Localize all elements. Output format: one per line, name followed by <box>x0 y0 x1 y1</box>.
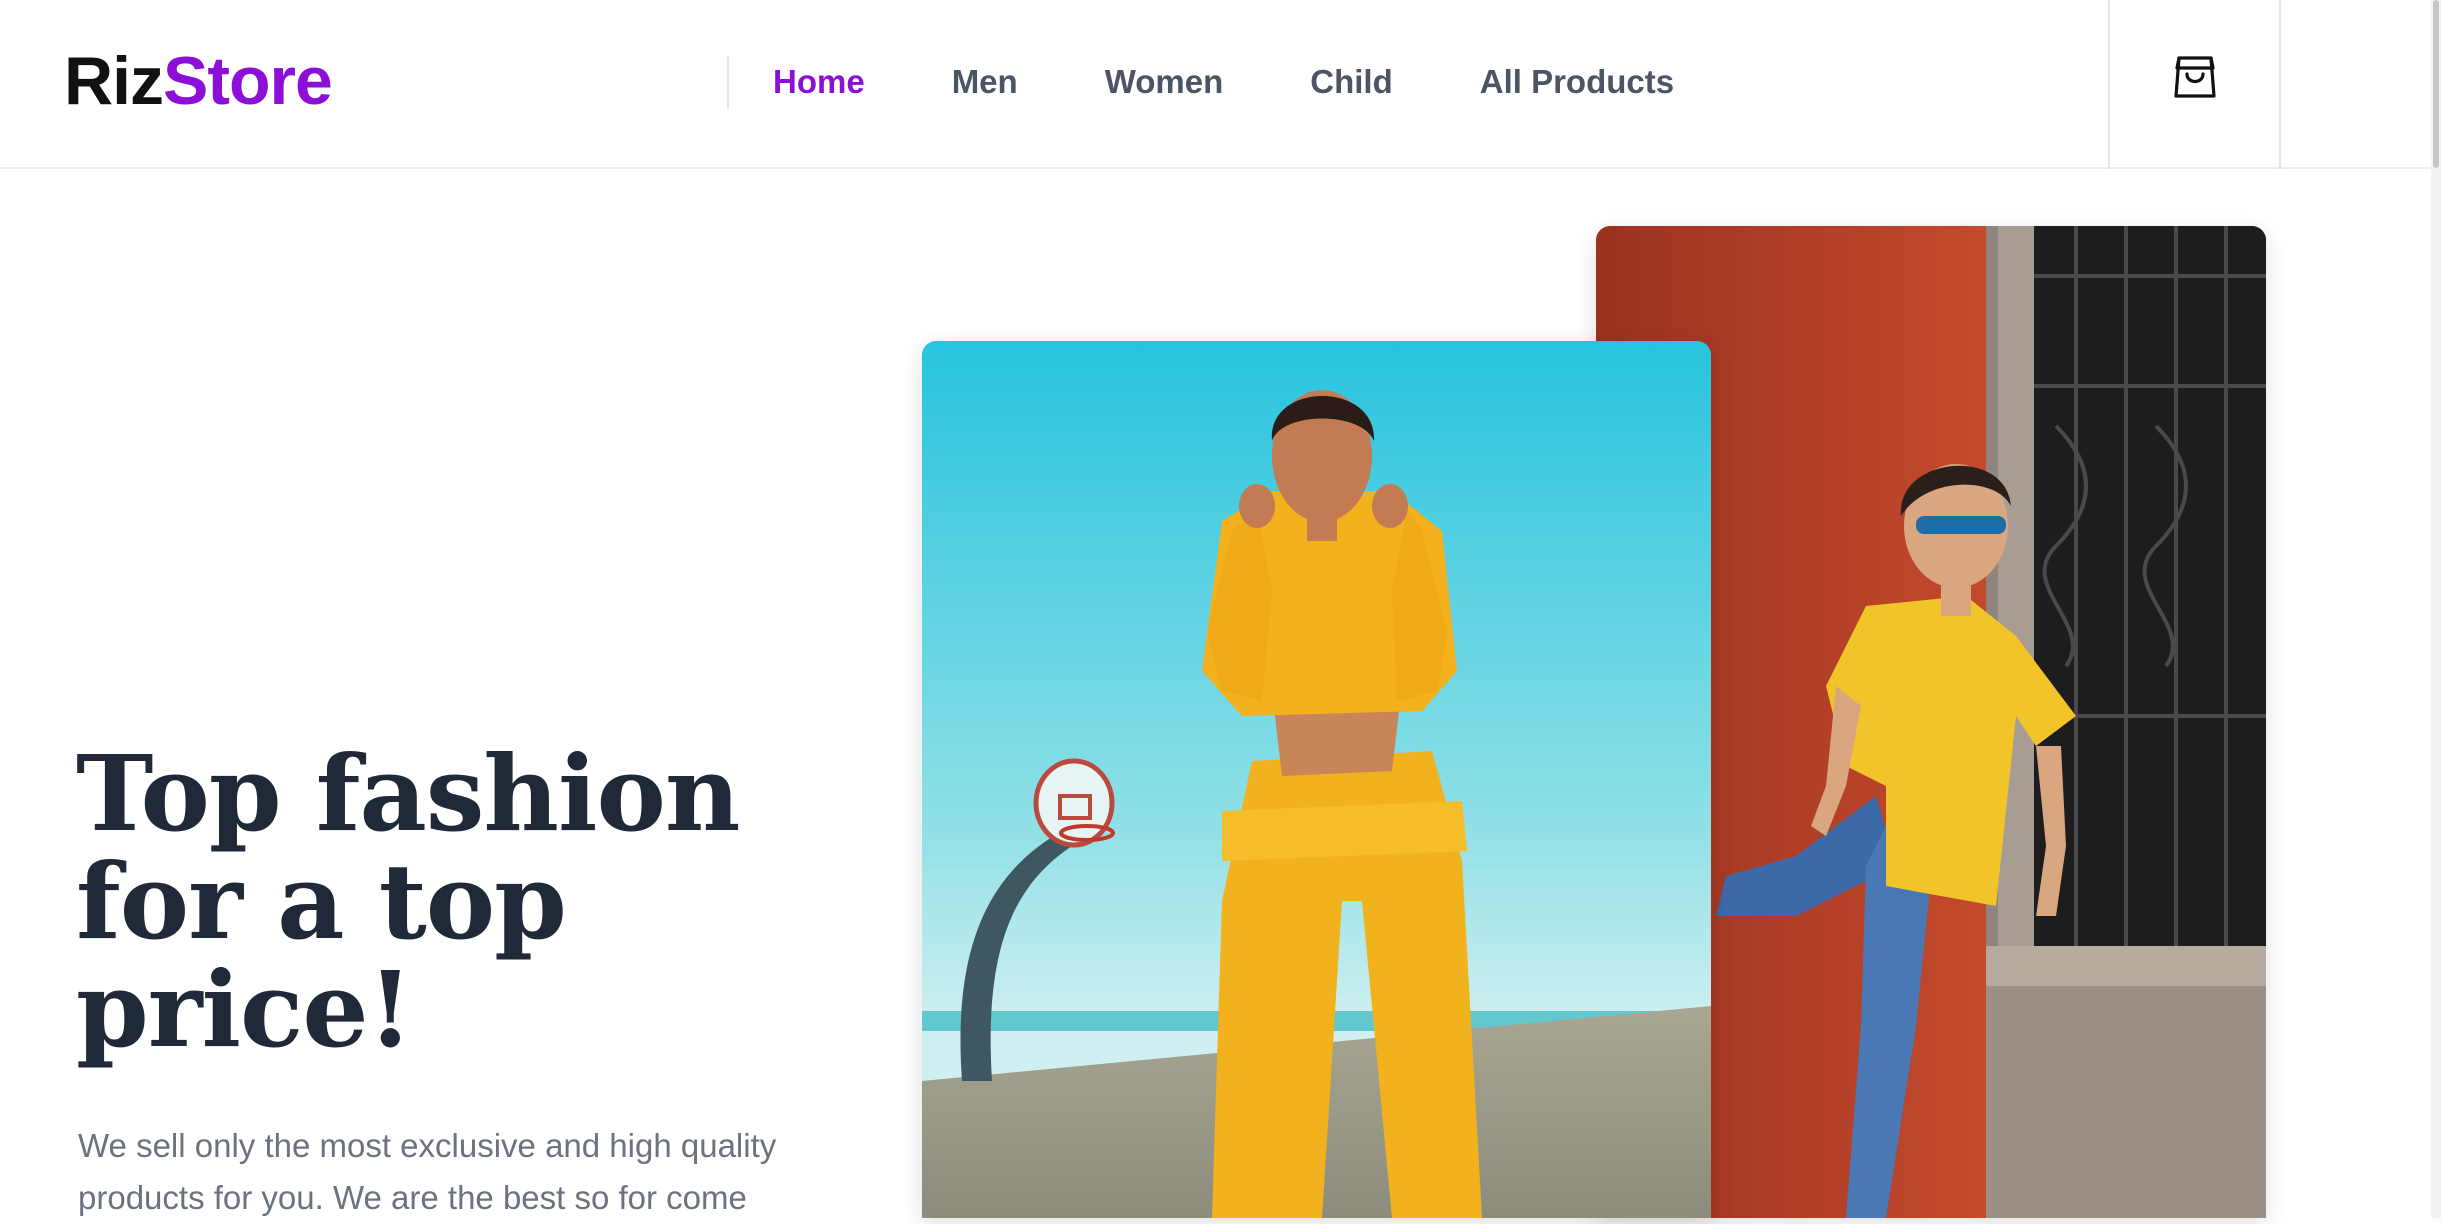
brand-name-part1: Riz <box>64 43 164 119</box>
nav-item-men[interactable]: Men <box>952 56 1018 108</box>
hero-title-line3: price! <box>76 948 413 1071</box>
scrollbar-thumb[interactable] <box>2433 0 2439 168</box>
site-header: RizStore Home Men Women Child All Produc… <box>0 0 2441 169</box>
brand-logo[interactable]: RizStore <box>64 38 333 124</box>
brand-name-part2: Store <box>163 43 333 119</box>
hero-image-woman <box>922 341 1711 1218</box>
shopping-bag-icon <box>2173 56 2216 98</box>
hero-title-line1: Top fashion <box>76 732 741 855</box>
nav-item-all-products[interactable]: All Products <box>1480 56 1674 108</box>
woman-photo-illustration <box>922 341 1711 1218</box>
hero-description: We sell only the most exclusive and high… <box>78 1127 777 1216</box>
nav-item-women[interactable]: Women <box>1105 56 1224 108</box>
page-scrollbar[interactable] <box>2431 0 2441 1218</box>
nav-item-child[interactable]: Child <box>1310 56 1392 108</box>
hero-title-line2: for a top <box>76 840 567 963</box>
hero-title: Top fashion for a top price! <box>76 740 876 1064</box>
nav-item-home[interactable]: Home <box>773 56 865 108</box>
cart-button[interactable] <box>2108 0 2281 169</box>
main-nav: Home Men Women Child All Products <box>727 56 1674 108</box>
